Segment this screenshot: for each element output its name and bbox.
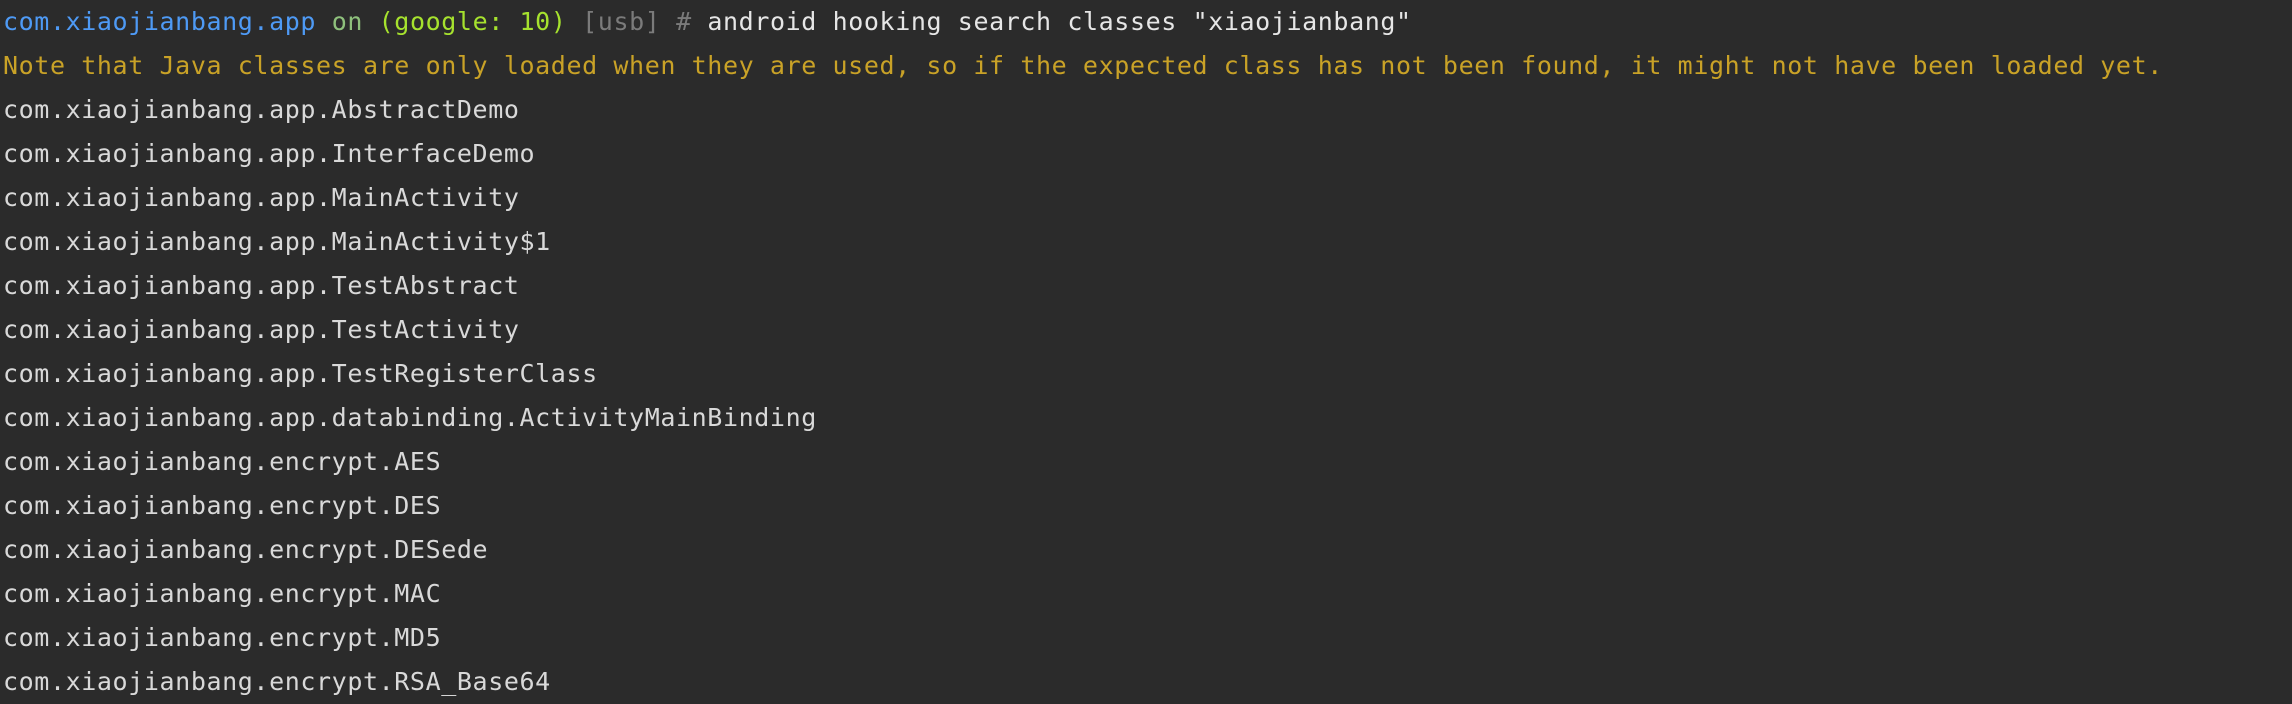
result-line: com.xiaojianbang.app.MainActivity	[3, 183, 520, 212]
result-line: com.xiaojianbang.app.TestRegisterClass	[3, 359, 598, 388]
prompt-transport: [usb]	[582, 7, 661, 36]
command-prompt-line: com.xiaojianbang.app on (google: 10) [us…	[3, 0, 2292, 44]
result-line: com.xiaojianbang.encrypt.RSA_Base64	[3, 667, 551, 696]
note-message: Note that Java classes are only loaded w…	[3, 51, 2163, 80]
entered-command: android hooking search classes "xiaojian…	[707, 7, 1412, 36]
prompt-on-word: on	[331, 7, 363, 36]
result-line: com.xiaojianbang.app.MainActivity$1	[3, 227, 551, 256]
result-line: com.xiaojianbang.encrypt.MAC	[3, 579, 442, 608]
prompt-hash: #	[676, 7, 692, 36]
result-line: com.xiaojianbang.app.TestActivity	[3, 315, 520, 344]
result-line: com.xiaojianbang.encrypt.AES	[3, 447, 442, 476]
result-line: com.xiaojianbang.encrypt.DESede	[3, 535, 489, 564]
terminal-output[interactable]: com.xiaojianbang.app on (google: 10) [us…	[0, 0, 2292, 698]
result-line: com.xiaojianbang.app.databinding.Activit…	[3, 403, 817, 432]
prompt-device: (google: 10)	[378, 7, 567, 36]
result-line: com.xiaojianbang.app.TestAbstract	[3, 271, 520, 300]
prompt-package-name: com.xiaojianbang.app	[3, 7, 317, 36]
result-line: com.xiaojianbang.app.InterfaceDemo	[3, 139, 536, 168]
result-line: com.xiaojianbang.encrypt.MD5	[3, 623, 442, 652]
result-line: com.xiaojianbang.app.AbstractDemo	[3, 95, 520, 124]
result-line: com.xiaojianbang.encrypt.DES	[3, 491, 442, 520]
